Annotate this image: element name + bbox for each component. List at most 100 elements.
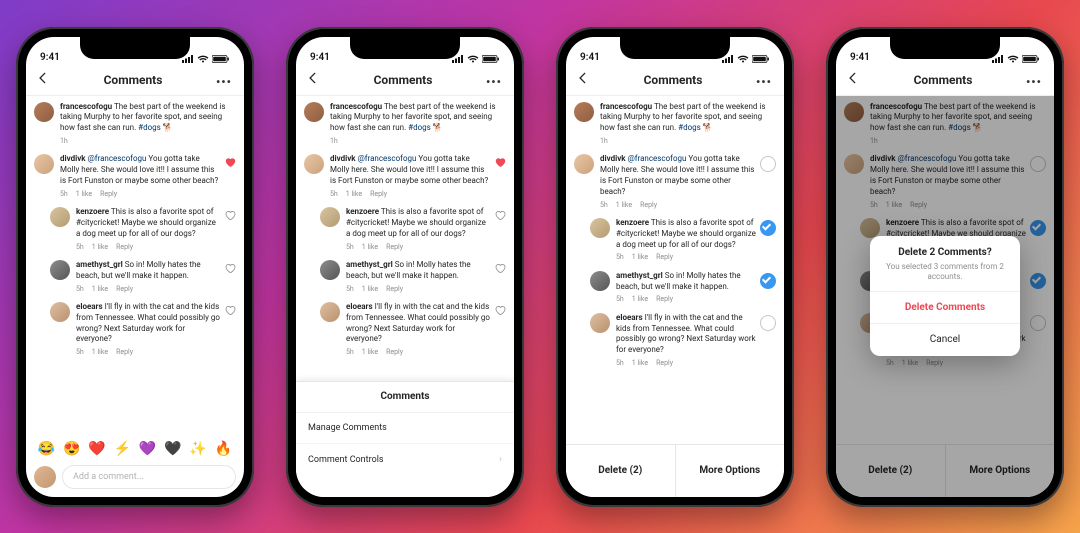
select-checkbox[interactable] <box>760 273 776 289</box>
back-button[interactable] <box>306 70 320 89</box>
select-checkbox[interactable] <box>760 315 776 331</box>
reply-link[interactable]: Reply <box>370 190 387 198</box>
mention[interactable]: @francescofogu <box>628 154 687 163</box>
heart-icon[interactable] <box>494 304 506 316</box>
page-title: Comments <box>374 73 433 87</box>
username[interactable]: kenzoere <box>346 207 379 216</box>
username[interactable]: eloears <box>346 302 373 311</box>
likes-count[interactable]: 1 like <box>92 243 108 251</box>
heart-icon[interactable] <box>494 209 506 221</box>
comment-row[interactable]: kenzoere This is also a favorite spot of… <box>26 201 244 254</box>
emoji-option[interactable]: ⚡ <box>114 441 131 457</box>
comment-row[interactable]: kenzoere This is also a favorite spot of… <box>566 212 784 265</box>
comment-row[interactable]: amethyst_grl So in! Molly hates the beac… <box>566 265 784 307</box>
username[interactable]: francescofogu <box>60 102 112 111</box>
timestamp: 5h <box>616 295 624 303</box>
username[interactable]: amethyst_grl <box>616 271 663 280</box>
username[interactable]: divdivk <box>330 154 356 163</box>
select-checkbox[interactable] <box>760 220 776 236</box>
likes-count[interactable]: 1 like <box>92 348 108 356</box>
sheet-comment-controls[interactable]: Comment Controls › <box>296 444 514 497</box>
reply-link[interactable]: Reply <box>386 243 403 251</box>
likes-count[interactable]: 1 like <box>346 190 362 198</box>
reply-link[interactable]: Reply <box>116 243 133 251</box>
modal-backdrop[interactable]: Delete 2 Comments? You selected 3 commen… <box>836 96 1054 497</box>
back-button[interactable] <box>576 70 590 89</box>
comment-input[interactable]: Add a comment... <box>62 465 236 489</box>
sheet-manage-comments[interactable]: Manage Comments <box>296 413 514 444</box>
heart-icon[interactable] <box>224 209 236 221</box>
hashtag[interactable]: #dogs <box>678 123 701 132</box>
post-caption: francescofogu The best part of the weeke… <box>566 96 784 149</box>
username[interactable]: amethyst_grl <box>346 260 393 269</box>
hashtag[interactable]: #dogs <box>138 123 161 132</box>
reply-link[interactable]: Reply <box>386 348 403 356</box>
more-button[interactable]: ••• <box>1026 75 1044 85</box>
status-icons <box>452 55 500 63</box>
mention[interactable]: @francescofogu <box>358 154 417 163</box>
likes-count[interactable]: 1 like <box>92 285 108 293</box>
reply-link[interactable]: Reply <box>656 295 673 303</box>
more-button[interactable]: ••• <box>756 75 774 85</box>
username[interactable]: kenzoere <box>76 207 109 216</box>
comment-row[interactable]: amethyst_grl So in! Molly hates the beac… <box>296 254 514 296</box>
modal-cancel-button[interactable]: Cancel <box>870 323 1020 356</box>
emoji-option[interactable]: 😍 <box>63 441 80 457</box>
reply-link[interactable]: Reply <box>116 285 133 293</box>
comment-row[interactable]: eloears I'll fly in with the cat and the… <box>566 307 784 371</box>
reply-link[interactable]: Reply <box>656 253 673 261</box>
username[interactable]: francescofogu <box>600 102 652 111</box>
comment-row[interactable]: divdivk @francescofogu You gotta take Mo… <box>26 148 244 201</box>
more-button[interactable]: ••• <box>216 75 234 85</box>
comment-row[interactable]: eloears I'll fly in with the cat and the… <box>296 296 514 360</box>
likes-count[interactable]: 1 like <box>362 285 378 293</box>
reply-link[interactable]: Reply <box>116 348 133 356</box>
likes-count[interactable]: 1 like <box>76 190 92 198</box>
comment-row[interactable]: eloears I'll fly in with the cat and the… <box>26 296 244 360</box>
comment-row[interactable]: divdivk @francescofogu You gotta take Mo… <box>296 148 514 201</box>
more-options-button[interactable]: More Options <box>676 445 785 497</box>
avatar <box>590 271 610 291</box>
username[interactable]: amethyst_grl <box>76 260 123 269</box>
emoji-option[interactable]: ✨ <box>189 441 206 457</box>
delete-button[interactable]: Delete (2) <box>566 445 676 497</box>
username[interactable]: divdivk <box>60 154 86 163</box>
back-button[interactable] <box>846 70 860 89</box>
username[interactable]: divdivk <box>600 154 626 163</box>
likes-count[interactable]: 1 like <box>362 348 378 356</box>
mention[interactable]: @francescofogu <box>88 154 147 163</box>
reply-link[interactable]: Reply <box>656 359 673 367</box>
heart-icon[interactable] <box>224 262 236 274</box>
likes-count[interactable]: 1 like <box>632 359 648 367</box>
username[interactable]: eloears <box>76 302 103 311</box>
nav-bar: Comments ••• <box>566 65 784 96</box>
comment-row[interactable]: amethyst_grl So in! Molly hates the beac… <box>26 254 244 296</box>
nav-bar: Comments ••• <box>26 65 244 96</box>
emoji-option[interactable]: ❤️ <box>88 441 105 457</box>
reply-link[interactable]: Reply <box>386 285 403 293</box>
emoji-option[interactable]: 💜 <box>139 441 156 457</box>
heart-icon[interactable] <box>224 304 236 316</box>
emoji-option[interactable]: 🖤 <box>164 441 181 457</box>
heart-icon[interactable] <box>494 262 506 274</box>
emoji-option[interactable]: 🔥 <box>215 441 232 457</box>
username[interactable]: kenzoere <box>616 218 649 227</box>
likes-count[interactable]: 1 like <box>632 253 648 261</box>
hashtag[interactable]: #dogs <box>408 123 431 132</box>
emoji-option[interactable]: 😂 <box>38 441 55 457</box>
heart-icon[interactable] <box>224 156 236 168</box>
reply-link[interactable]: Reply <box>640 201 657 209</box>
comment-row[interactable]: divdivk @francescofogu You gotta take Mo… <box>566 148 784 212</box>
select-checkbox[interactable] <box>760 156 776 172</box>
heart-icon[interactable] <box>494 156 506 168</box>
username[interactable]: francescofogu <box>330 102 382 111</box>
more-button[interactable]: ••• <box>486 75 504 85</box>
modal-confirm-button[interactable]: Delete Comments <box>870 291 1020 324</box>
likes-count[interactable]: 1 like <box>616 201 632 209</box>
likes-count[interactable]: 1 like <box>362 243 378 251</box>
username[interactable]: eloears <box>616 313 643 322</box>
back-button[interactable] <box>36 70 50 89</box>
likes-count[interactable]: 1 like <box>632 295 648 303</box>
comment-row[interactable]: kenzoere This is also a favorite spot of… <box>296 201 514 254</box>
reply-link[interactable]: Reply <box>100 190 117 198</box>
